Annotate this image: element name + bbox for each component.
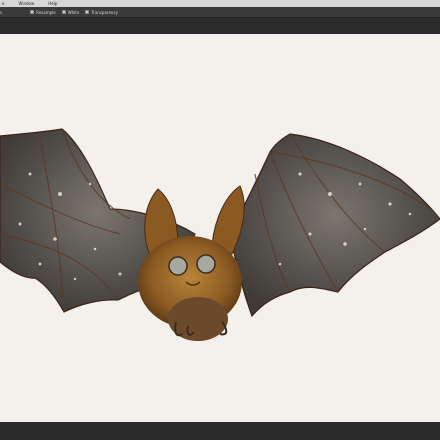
menu-bar: e Window Help: [0, 0, 440, 7]
resample-checkbox[interactable]: [30, 10, 35, 14]
menu-help[interactable]: Help: [46, 0, 59, 7]
image-canvas[interactable]: [0, 34, 440, 422]
option-transparency[interactable]: Transparency: [85, 10, 118, 15]
left-eye: [168, 256, 188, 276]
toolbar-strip: [0, 18, 440, 34]
transparency-checkbox[interactable]: [85, 10, 90, 14]
white-checkbox[interactable]: [61, 10, 66, 14]
option-white-label: White: [67, 9, 80, 15]
option-resample-label: Resample: [36, 9, 56, 15]
option-resample[interactable]: Resample: [30, 10, 56, 15]
bat-illustration-image: [0, 128, 440, 341]
option-s-label: s: [0, 9, 3, 15]
status-bar: [0, 422, 440, 440]
right-eye: [196, 254, 216, 274]
option-transparency-label: Transparency: [91, 9, 119, 15]
menu-edit[interactable]: e: [0, 0, 6, 7]
option-white[interactable]: White: [61, 9, 80, 15]
option-s[interactable]: s: [0, 10, 2, 15]
options-bar: s Resample White Transparency: [0, 7, 440, 18]
menu-window[interactable]: Window: [16, 0, 36, 7]
right-wing: [229, 133, 440, 318]
